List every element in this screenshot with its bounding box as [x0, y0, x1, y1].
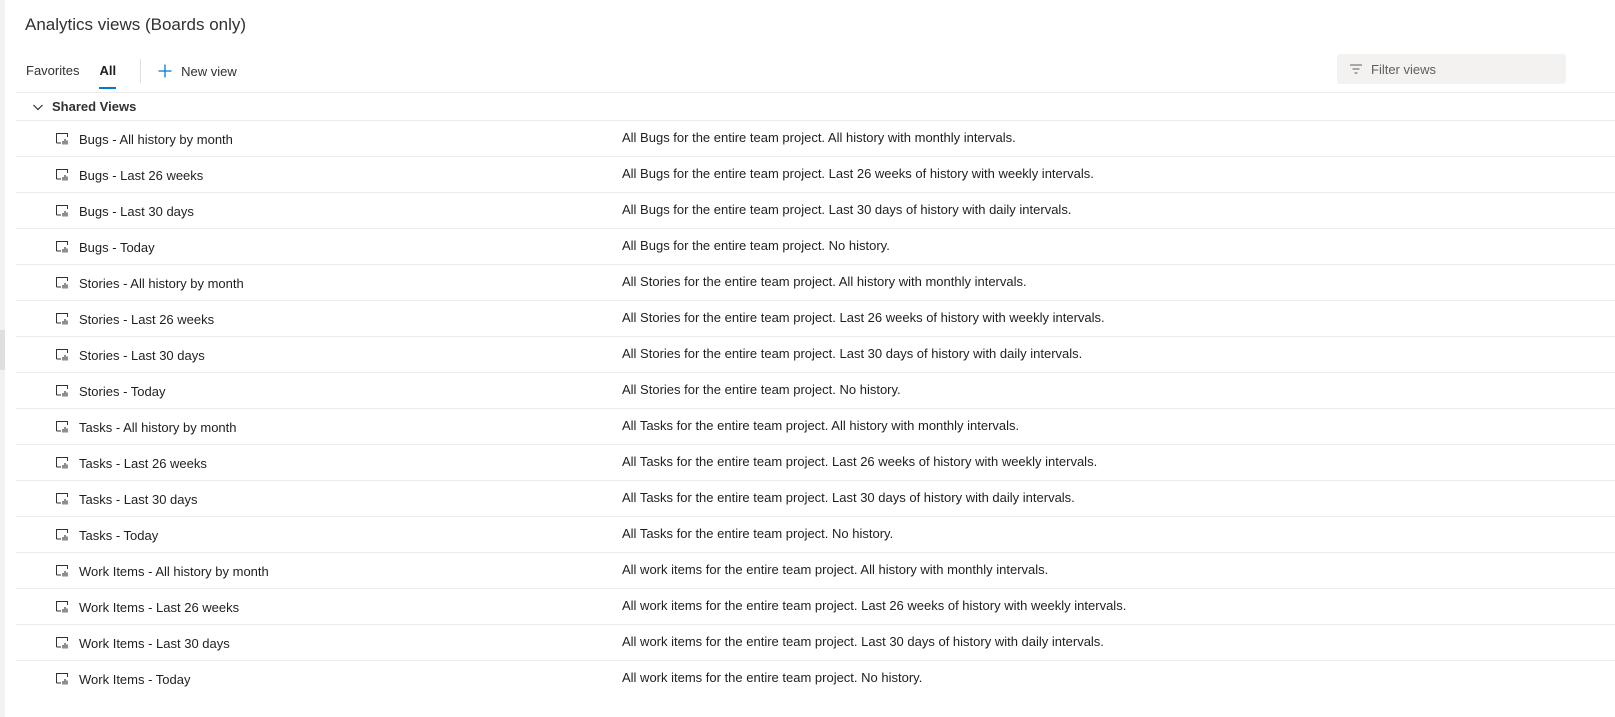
- view-description: All Bugs for the entire team project. La…: [622, 166, 1094, 181]
- analytics-view-icon: [56, 421, 68, 433]
- analytics-view-icon: [56, 205, 68, 217]
- view-name[interactable]: Bugs - Last 30 days: [79, 204, 194, 219]
- analytics-view-icon: [56, 493, 68, 505]
- view-description: All work items for the entire team proje…: [622, 598, 1127, 613]
- view-description: All Tasks for the entire team project. L…: [622, 490, 1075, 505]
- filter-icon: [1350, 64, 1362, 74]
- view-name[interactable]: Bugs - Today: [79, 240, 155, 255]
- view-row[interactable]: Stories - Last 26 weeks All Stories for t…: [16, 300, 1615, 336]
- view-row[interactable]: Bugs - Last 30 days All Bugs for the enti…: [16, 192, 1615, 228]
- view-name[interactable]: Tasks - Today: [79, 528, 158, 543]
- view-row[interactable]: Stories - Last 30 days All Stories for th…: [16, 336, 1615, 372]
- view-row[interactable]: Stories - Today All Stories for the entir…: [16, 372, 1615, 408]
- analytics-view-icon: [56, 277, 68, 289]
- view-name[interactable]: Work Items - All history by month: [79, 564, 269, 579]
- views-list: Bugs - All history by month All Bugs for …: [16, 120, 1615, 696]
- view-row[interactable]: Bugs - Last 26 weeks All Bugs for the ent…: [16, 156, 1615, 192]
- view-description: All Tasks for the entire team project. L…: [622, 454, 1098, 469]
- view-description: All Stories for the entire team project.…: [622, 346, 1083, 361]
- analytics-view-icon: [56, 457, 68, 469]
- view-description: All Tasks for the entire team project. N…: [622, 526, 894, 541]
- view-description: All Stories for the entire team project.…: [622, 382, 901, 397]
- view-name[interactable]: Tasks - Last 26 weeks: [79, 456, 207, 471]
- view-row[interactable]: Tasks - Last 26 weeks All Tasks for the e…: [16, 444, 1615, 480]
- analytics-view-icon: [56, 637, 68, 649]
- tab-all[interactable]: All: [89, 56, 126, 89]
- filter-views-box[interactable]: [1337, 54, 1566, 84]
- view-description: All Stories for the entire team project.…: [622, 310, 1105, 325]
- view-name[interactable]: Stories - Today: [79, 384, 165, 399]
- analytics-views-page: Analytics views (Boards only) Favorites …: [0, 0, 1615, 717]
- view-name[interactable]: Stories - Last 26 weeks: [79, 312, 214, 327]
- view-row[interactable]: Work Items - Last 26 weeks All work items…: [16, 588, 1615, 624]
- group-label: Shared Views: [52, 99, 137, 114]
- tab-favorites[interactable]: Favorites: [16, 56, 89, 86]
- header-divider: [16, 92, 1615, 93]
- view-row[interactable]: Work Items - Today All work items for the…: [16, 660, 1615, 696]
- view-row[interactable]: Tasks - All history by month All Tasks fo…: [16, 408, 1615, 444]
- view-name[interactable]: Stories - All history by month: [79, 276, 244, 291]
- view-name[interactable]: Work Items - Last 26 weeks: [79, 600, 239, 615]
- view-row[interactable]: Bugs - Today All Bugs for the entire team…: [16, 228, 1615, 264]
- view-row[interactable]: Tasks - Today All Tasks for the entire te…: [16, 516, 1615, 552]
- view-name[interactable]: Tasks - All history by month: [79, 420, 237, 435]
- analytics-view-icon: [56, 601, 68, 613]
- new-view-label: New view: [181, 63, 237, 79]
- view-description: All Stories for the entire team project.…: [622, 274, 1027, 289]
- nav-splitter-handle[interactable]: [0, 330, 5, 370]
- view-row[interactable]: Work Items - All history by month All wor…: [16, 552, 1615, 588]
- view-description: All Tasks for the entire team project. A…: [622, 418, 1020, 433]
- view-description: All Bugs for the entire team project. La…: [622, 202, 1072, 217]
- analytics-view-icon: [56, 349, 68, 361]
- analytics-view-icon: [56, 529, 68, 541]
- page-title: Analytics views (Boards only): [25, 15, 247, 34]
- analytics-view-icon: [56, 241, 68, 253]
- view-name[interactable]: Bugs - All history by month: [79, 132, 233, 147]
- plus-icon: [158, 64, 172, 78]
- view-description: All Bugs for the entire team project. Al…: [622, 130, 1016, 145]
- view-name[interactable]: Work Items - Today: [79, 672, 191, 687]
- view-description: All Bugs for the entire team project. No…: [622, 238, 890, 253]
- analytics-view-icon: [56, 313, 68, 325]
- view-description: All work items for the entire team proje…: [622, 670, 923, 685]
- view-name[interactable]: Tasks - Last 30 days: [79, 492, 198, 507]
- view-row[interactable]: Tasks - Last 30 days All Tasks for the en…: [16, 480, 1615, 516]
- view-description: All work items for the entire team proje…: [622, 634, 1104, 649]
- new-view-button[interactable]: New view: [151, 56, 243, 86]
- view-row[interactable]: Stories - All history by month All Storie…: [16, 264, 1615, 300]
- filter-views-input[interactable]: [1371, 61, 1551, 77]
- analytics-view-icon: [56, 133, 68, 145]
- pivot-divider: [140, 59, 142, 83]
- analytics-view-icon: [56, 169, 68, 181]
- left-nav-edge: [0, 0, 5, 717]
- view-name[interactable]: Stories - Last 30 days: [79, 348, 205, 363]
- view-row[interactable]: Work Items - Last 30 days All work items …: [16, 624, 1615, 660]
- chevron-down-icon: [33, 104, 43, 110]
- view-row[interactable]: Bugs - All history by month All Bugs for …: [16, 120, 1615, 156]
- view-description: All work items for the entire team proje…: [622, 562, 1049, 577]
- view-pivot-bar: Favorites All New view: [16, 56, 243, 89]
- analytics-view-icon: [56, 565, 68, 577]
- analytics-view-icon: [56, 673, 68, 685]
- shared-views-group-header[interactable]: Shared Views: [16, 93, 136, 120]
- view-name[interactable]: Bugs - Last 26 weeks: [79, 168, 203, 183]
- view-name[interactable]: Work Items - Last 30 days: [79, 636, 230, 651]
- analytics-view-icon: [56, 385, 68, 397]
